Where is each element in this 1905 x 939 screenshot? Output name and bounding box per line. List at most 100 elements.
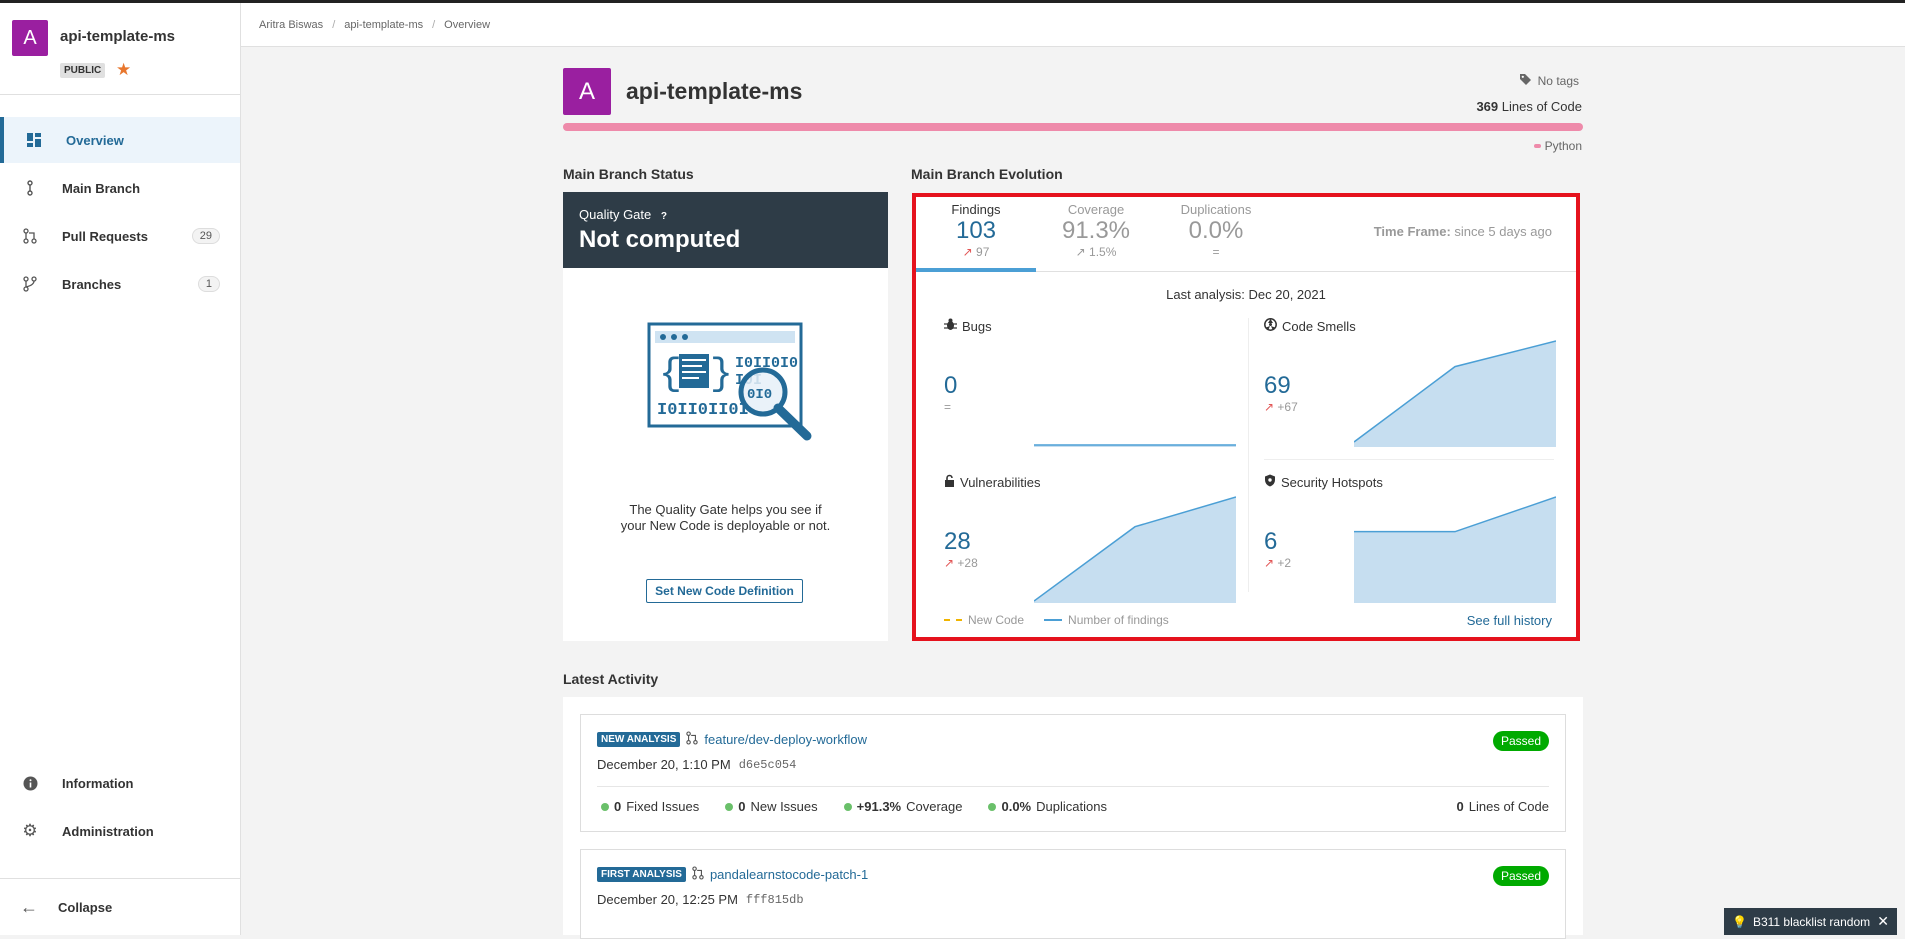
code-inspection-illustration: { } I0II0I0 I0I I0II0II0I 0I0 xyxy=(647,322,812,441)
first-analysis-badge: FIRST ANALYSIS xyxy=(597,867,686,882)
new-analysis-badge: NEW ANALYSIS xyxy=(597,732,681,747)
tags-selector[interactable]: No tags xyxy=(1519,73,1579,89)
legend-new-code: New Code xyxy=(968,613,1025,627)
security-hotspots-value: 6 xyxy=(1264,528,1278,555)
help-icon[interactable]: ? xyxy=(661,211,667,222)
branch-line-icon xyxy=(22,180,38,196)
close-icon[interactable]: ✕ xyxy=(1877,913,1889,930)
breadcrumb-project[interactable]: api-template-ms xyxy=(344,19,423,31)
time-frame: Time Frame: since 5 days ago xyxy=(1373,224,1552,239)
bugs-value: 0 xyxy=(944,372,958,399)
status-badge: Passed xyxy=(1492,866,1549,886)
sidebar-item-branches[interactable]: Branches 1 xyxy=(0,261,240,307)
sidebar-item-label: Branches xyxy=(62,276,122,292)
breadcrumb-org[interactable]: Aritra Biswas xyxy=(259,19,323,31)
code-smell-icon xyxy=(1264,318,1277,334)
collapse-button[interactable]: ← Collapse xyxy=(0,878,240,935)
quality-gate-description: The Quality Gate helps you see if your N… xyxy=(620,502,831,533)
findings-value: 103 xyxy=(955,217,997,244)
arrow-up-icon: ↗ xyxy=(962,245,973,259)
language-name: Python xyxy=(1544,139,1582,153)
quality-gate-panel: Quality Gate ? Not computed { } I0II0I0 … xyxy=(563,192,888,641)
main-branch-evolution-title: Main Branch Evolution xyxy=(911,166,1063,182)
branches-icon xyxy=(22,276,38,292)
loc-label: Lines of Code xyxy=(1501,99,1582,114)
grid-divider-vertical xyxy=(1248,318,1249,592)
commit-hash: fff815db xyxy=(745,892,804,907)
toast-text: B311 blacklist random xyxy=(1752,914,1871,929)
grid-divider-horizontal xyxy=(1264,459,1554,460)
branch-link[interactable]: pandalearnstocode-patch-1 xyxy=(710,867,868,882)
bugs-sparkline xyxy=(1034,444,1236,447)
pull-request-icon xyxy=(692,866,704,883)
page-title: api-template-ms xyxy=(626,78,803,104)
security-hotspots-delta: +2 xyxy=(1277,556,1292,570)
visibility-badge: PUBLIC xyxy=(60,63,106,78)
branch-link[interactable]: feature/dev-deploy-workflow xyxy=(704,732,867,747)
pull-requests-count: 29 xyxy=(191,228,220,244)
sparkline-area xyxy=(1034,497,1236,603)
code-smells-sparkline xyxy=(1354,340,1556,447)
tab-findings[interactable]: Findings 103 ↗ 97 xyxy=(916,197,1036,272)
chart-legend: New Code Number of findings xyxy=(944,613,1169,627)
sidebar-item-information[interactable]: Information xyxy=(0,760,240,806)
sparkline-area xyxy=(1354,341,1556,447)
activity-entry: FIRST ANALYSIS pandalearnstocode-patch-1… xyxy=(580,849,1566,939)
breadcrumb-page: Overview xyxy=(444,18,491,31)
quality-gate-label: Quality Gate xyxy=(579,207,652,222)
lines-of-code-metric: 0 Lines of Code xyxy=(1456,799,1549,814)
pull-request-icon xyxy=(22,228,38,244)
pull-request-icon xyxy=(686,731,699,748)
project-header: A api-template-ms PUBLIC ★ xyxy=(0,3,240,95)
duplications-metric: 0.0% Duplications xyxy=(988,799,1107,814)
see-full-history-link[interactable]: See full history xyxy=(1467,613,1552,628)
sidebar-item-label: Administration xyxy=(62,823,154,839)
project-avatar-large: A xyxy=(563,68,611,115)
svg-text:I0II0II0I: I0II0II0I xyxy=(657,401,749,420)
tab-duplications[interactable]: Duplications 0.0% = xyxy=(1156,197,1276,272)
lines-of-code: 369 Lines of Code xyxy=(1476,99,1582,114)
language-color-dot xyxy=(1533,144,1541,148)
legend-findings: Number of findings xyxy=(1068,613,1169,627)
duplications-value: 0.0% xyxy=(1188,217,1244,244)
last-analysis-date: Last analysis: Dec 20, 2021 xyxy=(1166,287,1326,302)
shield-icon xyxy=(1264,474,1276,490)
sidebar-item-label: Information xyxy=(62,775,134,791)
vulnerabilities-sparkline xyxy=(1034,496,1236,603)
code-smells-value: 69 xyxy=(1264,372,1291,399)
sidebar-item-main-branch[interactable]: Main Branch xyxy=(0,165,240,211)
new-code-swatch xyxy=(944,619,962,621)
sidebar-item-overview[interactable]: Overview xyxy=(0,117,240,163)
security-hotspots-sparkline xyxy=(1354,496,1556,603)
tag-icon xyxy=(1519,73,1532,89)
status-badge: Passed xyxy=(1492,731,1549,751)
arrow-up-icon: ↗ xyxy=(1264,400,1275,414)
analysis-date: December 20, 1:10 PM xyxy=(597,757,731,772)
activity-panel: NEW ANALYSIS feature/dev-deploy-workflow… xyxy=(563,697,1583,939)
main-branch-evolution-panel: Findings 103 ↗ 97 Coverage 91.3% ↗ 1.5% … xyxy=(912,193,1580,641)
sidebar-item-label: Overview xyxy=(66,132,124,148)
sidebar-item-administration[interactable]: ⚙ Administration xyxy=(0,808,240,854)
svg-text:0I0: 0I0 xyxy=(747,387,772,403)
fixed-issues-metric: 0 Fixed Issues xyxy=(601,799,699,814)
arrow-up-icon: ↗ xyxy=(1264,556,1275,570)
main-branch-status-title: Main Branch Status xyxy=(563,166,694,182)
dashboard-icon xyxy=(26,132,42,148)
info-icon xyxy=(22,775,38,791)
issue-toast[interactable]: 💡 B311 blacklist random ✕ xyxy=(1724,908,1897,935)
evolution-tabs: Findings 103 ↗ 97 Coverage 91.3% ↗ 1.5% … xyxy=(916,197,1576,272)
set-new-code-definition-button[interactable]: Set New Code Definition xyxy=(646,579,803,603)
branches-count: 1 xyxy=(197,276,220,292)
project-avatar[interactable]: A xyxy=(12,20,48,56)
vulnerabilities-delta: +28 xyxy=(957,556,978,570)
analysis-date: December 20, 12:25 PM xyxy=(597,892,738,907)
coverage-value: 91.3% xyxy=(1061,217,1131,244)
project-name[interactable]: api-template-ms xyxy=(60,28,175,45)
sidebar-item-pull-requests[interactable]: Pull Requests 29 xyxy=(0,213,240,259)
sparkline-area xyxy=(1354,497,1556,603)
language-distribution-bar xyxy=(563,123,1583,131)
activity-entry: NEW ANALYSIS feature/dev-deploy-workflow… xyxy=(580,714,1566,832)
tab-coverage[interactable]: Coverage 91.3% ↗ 1.5% xyxy=(1036,197,1156,272)
lock-icon xyxy=(944,474,955,490)
favorite-star-icon[interactable]: ★ xyxy=(116,60,131,80)
